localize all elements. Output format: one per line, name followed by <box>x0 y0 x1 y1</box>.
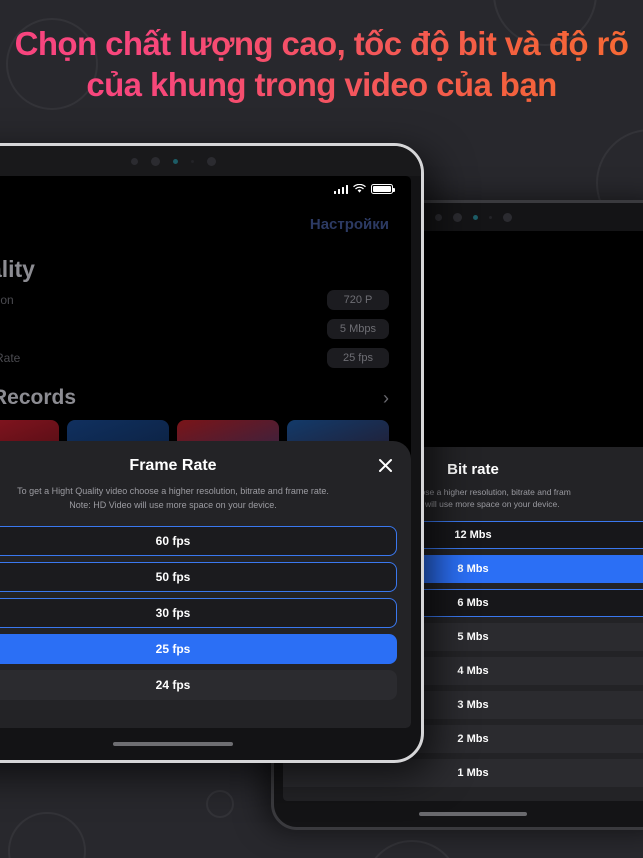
frame-rate-option-label: 50 fps <box>155 570 191 584</box>
bit-rate-option-label: 6 Mbs <box>457 596 489 609</box>
decorative-circle <box>8 812 86 858</box>
frame-rate-description: To get a Hight Quality video choose a hi… <box>0 485 397 512</box>
bit-rate-option-label: 8 Mbs <box>457 562 489 575</box>
settings-link[interactable]: Настройки <box>310 216 389 233</box>
my-records-header[interactable]: My Records › <box>0 372 411 418</box>
frame-rate-option-label: 25 fps <box>155 642 191 656</box>
quality-row[interactable]: Bit rate5 Mbps <box>0 314 411 343</box>
left-screen: 9:41 Настройки Quality <box>0 176 411 728</box>
frame-rate-option-label: 30 fps <box>155 606 191 620</box>
frame-rate-description-line2: Note: HD Video will use more space on yo… <box>69 499 277 510</box>
frame-rate-sheet: Frame Rate To get a Hight Quality video … <box>0 441 411 728</box>
quality-row[interactable]: Resolution 720 P <box>0 285 411 314</box>
quality-row-value[interactable]: 5 Mbps <box>326 318 389 339</box>
frame-rate-description-line1: To get a Hight Quality video choose a hi… <box>17 486 329 496</box>
frame-rate-option[interactable]: 30 fps <box>0 598 397 628</box>
quality-row-list: Resolution 720 P Bit rate5 Mbps Frame Rate 2… <box>0 285 411 372</box>
frame-rate-option[interactable]: 24 fps <box>0 670 397 700</box>
camera-sensor-icon <box>472 214 478 220</box>
promo-headline: Chọn chất lượng cao, tốc độ bit và độ rõ… <box>0 24 643 106</box>
bit-rate-option-label: 12 Mbs <box>454 528 492 541</box>
camera-dot-icon <box>434 213 442 221</box>
wifi-icon <box>353 184 366 193</box>
battery-icon <box>371 184 395 194</box>
status-icon-group <box>333 184 395 194</box>
tablet-device-left: 9:41 Настройки Quality <box>0 143 424 763</box>
quality-row-value[interactable]: 720 P <box>327 289 389 310</box>
frame-rate-option[interactable]: 60 fps <box>0 526 397 556</box>
nav-bar: Настройки <box>0 202 411 246</box>
home-indicator <box>419 812 527 816</box>
bit-rate-option-label: 1 Mbs <box>457 766 489 779</box>
cellular-signal-icon <box>333 184 348 194</box>
frame-rate-title: Frame Rate <box>129 457 217 474</box>
camera-dot-icon <box>452 212 462 222</box>
camera-dot-icon <box>206 156 216 166</box>
camera-dot-icon <box>130 157 138 165</box>
camera-bezel <box>0 146 421 176</box>
camera-dot-icon <box>150 156 160 166</box>
bit-rate-option-label: 3 Mbs <box>457 698 489 711</box>
quality-row-value[interactable]: 25 fps <box>327 347 389 368</box>
frame-rate-option[interactable]: 50 fps <box>0 562 397 592</box>
camera-dot-icon <box>502 212 512 222</box>
camera-dot-icon <box>488 215 492 219</box>
frame-rate-option-list: 60 fps 50 fps 30 fps 25 fps 24 fps <box>0 526 397 700</box>
my-records-title: My Records <box>0 386 77 409</box>
home-indicator <box>113 742 233 746</box>
bit-rate-option-label: 5 Mbs <box>457 630 489 643</box>
quality-row-label: Resolution <box>0 292 14 307</box>
frame-rate-option-label: 24 fps <box>155 678 191 692</box>
bit-rate-option-label: 4 Mbs <box>457 664 489 677</box>
quality-row[interactable]: Frame Rate 25 fps <box>0 343 411 372</box>
bit-rate-option-label: 2 Mbs <box>457 732 489 745</box>
frame-rate-option[interactable]: 25 fps <box>0 634 397 664</box>
frame-rate-header: Frame Rate <box>0 457 397 475</box>
decorative-circle <box>364 840 460 858</box>
camera-dot-icon <box>190 159 194 163</box>
close-icon[interactable] <box>375 455 395 475</box>
quality-row-label: Frame Rate <box>0 350 21 365</box>
status-bar: 9:41 <box>0 176 411 202</box>
camera-sensor-icon <box>172 158 178 164</box>
frame-rate-option-label: 60 fps <box>155 534 191 548</box>
promo-screenshot: Chọn chất lượng cao, tốc độ bit và độ rõ… <box>0 0 643 858</box>
chevron-right-icon[interactable]: › <box>383 388 389 409</box>
page-title: Quality <box>0 256 35 282</box>
decorative-circle <box>206 790 234 818</box>
